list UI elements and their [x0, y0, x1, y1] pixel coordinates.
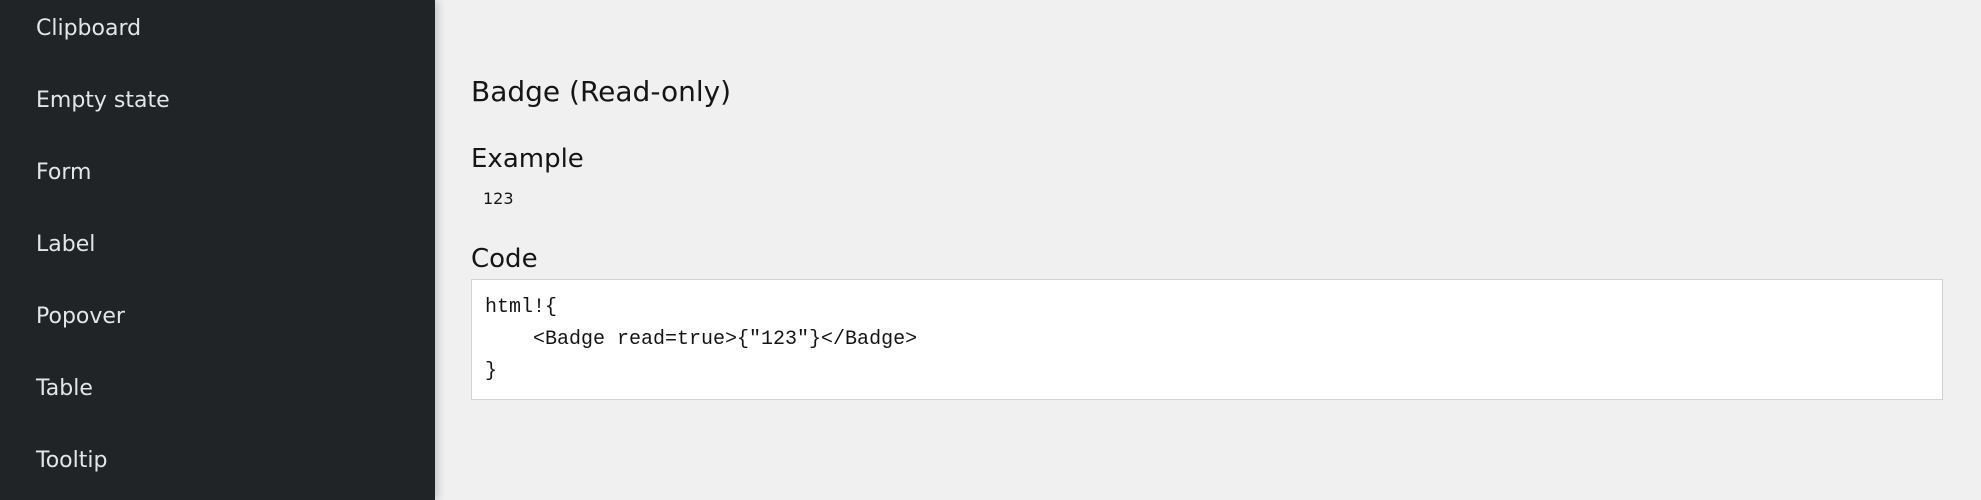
sidebar-item-label[interactable]: Label: [0, 214, 435, 274]
main-content: Badge (Read-only) Example 123 Code html!…: [435, 0, 1981, 500]
sidebar-item-table[interactable]: Table: [0, 358, 435, 418]
sidebar-item-label: Empty state: [36, 87, 170, 113]
sidebar-item-label: Clipboard: [36, 15, 142, 41]
sidebar-item-label: Popover: [36, 303, 125, 329]
sidebar-item-label: Form: [36, 159, 92, 185]
sidebar-item-label: Table: [36, 375, 93, 401]
sidebar-item-empty-state[interactable]: Empty state: [0, 70, 435, 130]
sidebar: Clipboard Empty state Form Label Popover…: [0, 0, 435, 500]
sidebar-item-clipboard[interactable]: Clipboard: [0, 0, 435, 58]
sidebar-item-tooltip[interactable]: Tooltip: [0, 430, 435, 490]
sidebar-item-form[interactable]: Form: [0, 142, 435, 202]
code-block[interactable]: html!{ <Badge read=true>{"123"}</Badge> …: [471, 279, 1943, 400]
example-badge: 123: [483, 189, 514, 208]
sidebar-item-label: Tooltip: [36, 447, 108, 473]
code-snippet[interactable]: html!{ <Badge read=true>{"123"}</Badge> …: [485, 292, 1929, 388]
sidebar-item-popover[interactable]: Popover: [0, 286, 435, 346]
code-heading: Code: [471, 244, 538, 274]
sidebar-item-label-text: Label: [36, 231, 96, 257]
example-heading: Example: [471, 144, 584, 174]
page-title: Badge (Read-only): [471, 75, 732, 108]
